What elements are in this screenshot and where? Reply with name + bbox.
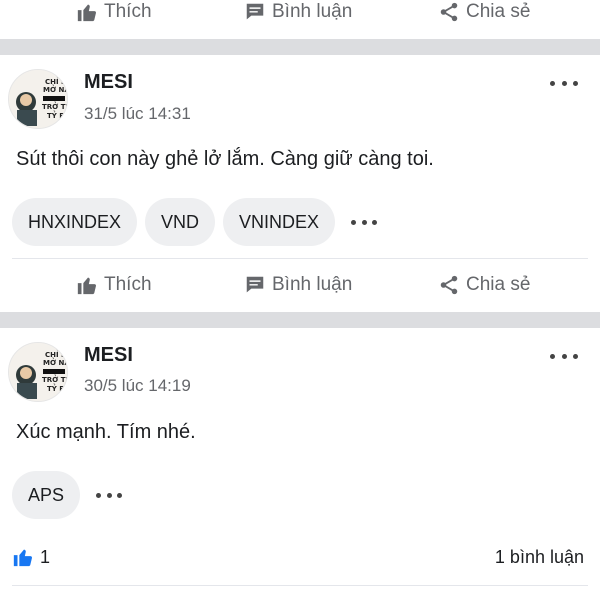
divider [12, 258, 588, 259]
svg-text:MỞ NẢI: MỞ NẢI [43, 357, 68, 367]
post-text: Sút thôi con này ghẻ lở lắm. Càng giữ cà… [16, 148, 434, 170]
like-count: 1 [40, 546, 51, 567]
post-separator [0, 312, 600, 328]
more-dot [96, 492, 102, 498]
tag-chip[interactable]: APS [12, 471, 81, 519]
more-dot [117, 492, 123, 498]
comment-button[interactable]: Bình luận [244, 265, 352, 305]
like-label: Thích [104, 1, 152, 22]
post-separator [0, 39, 600, 55]
tag-list: HNXINDEX VND VNINDEX [12, 198, 378, 246]
svg-text:CHỈ L: CHỈ L [45, 76, 66, 86]
avatar-image: CHỈ L MỞ NẢI TRỞ THÀ TỶ PI [9, 343, 68, 401]
avatar-image: CHỈ L MỞ NẢI TRỞ THÀ TỶ PI [9, 70, 68, 128]
more-dot [550, 353, 555, 359]
tag-chip[interactable]: VNINDEX [223, 198, 336, 246]
avatar[interactable]: CHỈ L MỞ NẢI TRỞ THÀ TỶ PI [8, 69, 68, 129]
more-dot [351, 219, 357, 225]
avatar[interactable]: CHỈ L MỞ NẢI TRỞ THÀ TỶ PI [8, 342, 68, 402]
more-dot [561, 80, 567, 86]
like-label: Thích [104, 274, 152, 295]
post-action-bar: Thích Bình luận Chia sẻ [0, 265, 600, 305]
svg-text:MỞ NẢI: MỞ NẢI [43, 84, 68, 94]
svg-text:TRỞ THÀ: TRỞ THÀ [42, 374, 68, 384]
comment-label: Bình luận [272, 1, 353, 22]
divider [12, 585, 588, 586]
svg-text:CHỈ L: CHỈ L [45, 349, 66, 359]
more-dot [561, 353, 567, 359]
more-dot [372, 219, 378, 225]
post-timestamp[interactable]: 30/5 lúc 14:19 [84, 376, 191, 396]
post-card: CHỈ L MỞ NẢI TRỞ THÀ TỶ PI MESI 31/5 lúc… [0, 55, 600, 312]
svg-text:TỶ PI: TỶ PI [47, 383, 67, 393]
more-dot [573, 80, 578, 86]
share-button[interactable]: Chia sẻ [438, 0, 530, 32]
more-tags-button[interactable] [96, 485, 123, 505]
share-icon [440, 2, 458, 22]
tag-chip[interactable]: HNXINDEX [12, 198, 138, 246]
post-author[interactable]: MESI [84, 344, 133, 367]
more-dot [361, 219, 367, 225]
thumbs-up-icon [77, 4, 97, 22]
more-dot [106, 492, 112, 498]
post-timestamp[interactable]: 31/5 lúc 14:31 [84, 104, 191, 124]
more-tags-button[interactable] [351, 212, 378, 232]
like-button[interactable]: Thích [76, 0, 152, 32]
more-dot [573, 353, 578, 359]
share-icon [440, 275, 458, 295]
like-button[interactable]: Thích [76, 265, 152, 305]
share-button[interactable]: Chia sẻ [438, 265, 530, 305]
comment-label: Bình luận [272, 274, 353, 295]
comment-bubble-icon [246, 276, 264, 293]
post-author[interactable]: MESI [84, 71, 133, 94]
top-action-bar: Thích Bình luận Chia sẻ [0, 0, 600, 32]
comment-button[interactable]: Bình luận [244, 0, 352, 32]
post-card: CHỈ L MỞ NẢI TRỞ THÀ TỶ PI MESI 30/5 lúc… [0, 328, 600, 600]
share-label: Chia sẻ [466, 274, 531, 295]
svg-text:TỶ PI: TỶ PI [47, 110, 67, 120]
post-text: Xúc mạnh. Tím nhé. [16, 421, 196, 443]
more-dot [550, 80, 555, 86]
thumbs-up-icon [77, 277, 97, 295]
tag-list: APS [12, 471, 123, 519]
post-more-button[interactable] [550, 73, 578, 93]
thumbs-up-icon [13, 549, 33, 567]
share-label: Chia sẻ [466, 1, 531, 22]
comment-bubble-icon [246, 3, 264, 20]
tag-chip[interactable]: VND [145, 198, 216, 246]
reaction-summary[interactable]: 1 [12, 546, 50, 568]
post-more-button[interactable] [550, 346, 578, 366]
comment-count[interactable]: 1 bình luận [495, 547, 584, 568]
svg-text:TRỞ THÀ: TRỞ THÀ [42, 101, 68, 111]
